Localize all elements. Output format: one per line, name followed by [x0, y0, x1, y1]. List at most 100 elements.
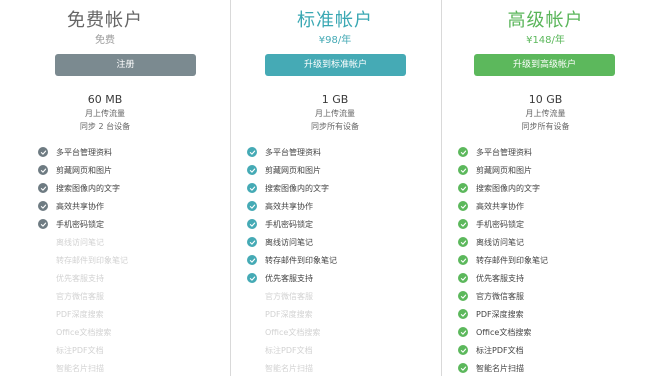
upload-note: 月上传流量 — [525, 109, 566, 118]
plan-standard: 标准帐户 ¥98/年 升级到标准帐户 1 GB 月上传流量 同步所有设备 多平台… — [230, 0, 440, 376]
feature-item: Office文档搜索 — [230, 323, 440, 341]
check-icon — [458, 165, 468, 175]
feature-item: 智能名片扫描 — [0, 359, 210, 377]
feature-item: 官方微信客服 — [0, 287, 210, 305]
feature-item: 高效共享协作 — [441, 197, 650, 215]
feature-label: 剪藏网页和图片 — [265, 165, 321, 175]
feature-item: Office文档搜索 — [0, 323, 210, 341]
upload-note: 月上传流量 — [315, 109, 355, 118]
sync-note: 同步所有设备 — [521, 122, 570, 131]
feature-list: 多平台管理资料剪藏网页和图片 搜索图像内的文字 高效共享协作 手机密码锁定 离线访问笔记… — [0, 143, 210, 377]
plan-price: ¥148/年 — [526, 35, 565, 46]
check-icon — [38, 165, 48, 175]
feature-label: 剪藏网页和图片 — [56, 165, 112, 175]
feature-label: 搜索图像内的文字 — [476, 183, 540, 193]
feature-item: 转存邮件到印象笔记 — [441, 251, 650, 269]
feature-item: 离线访问笔记 — [230, 233, 440, 251]
storage-size: 60 MB — [87, 93, 123, 106]
upgrade-premium-button[interactable]: 升级到高级帐户 — [474, 54, 615, 76]
sync-note: 同步 2 台设备 — [79, 122, 131, 131]
feature-label: 手机密码锁定 — [265, 219, 313, 229]
check-icon — [38, 219, 48, 229]
feature-label: 智能名片扫描 — [56, 363, 104, 373]
feature-item: 优先客服支持 — [441, 269, 650, 287]
feature-item: 转存邮件到印象笔记 — [230, 251, 440, 269]
feature-item: 转存邮件到印象笔记 — [0, 251, 210, 269]
quota-block: 1 GB 月上传流量 同步所有设备 — [230, 93, 440, 132]
feature-item: 多平台管理资料 — [230, 143, 440, 161]
check-icon — [458, 255, 468, 265]
check-icon — [247, 219, 257, 229]
check-icon — [458, 363, 468, 373]
feature-label: Office文档搜索 — [265, 327, 321, 337]
feature-item: 手机密码锁定 — [230, 215, 440, 233]
check-icon — [458, 237, 468, 247]
feature-item: 搜索图像内的文字 — [230, 179, 440, 197]
sync-note: 同步所有设备 — [311, 122, 359, 131]
check-icon — [458, 345, 468, 355]
feature-label: 离线访问笔记 — [265, 237, 313, 247]
feature-label: 离线访问笔记 — [476, 237, 524, 247]
feature-item: 剪藏网页和图片 — [441, 161, 650, 179]
upgrade-standard-button[interactable]: 升级到标准帐户 — [265, 54, 406, 76]
check-icon — [38, 183, 48, 193]
check-icon — [458, 219, 468, 229]
check-icon — [458, 183, 468, 193]
feature-label: 转存邮件到印象笔记 — [56, 255, 128, 265]
plan-premium: 高级帐户 ¥148/年 升级到高级帐户 10 GB 月上传流量 同步所有设备 多… — [441, 0, 650, 376]
feature-item: PDF深度搜索 — [230, 305, 440, 323]
feature-label: 官方微信客服 — [265, 291, 313, 301]
feature-item: 高效共享协作 — [230, 197, 440, 215]
feature-label: PDF深度搜索 — [56, 309, 104, 319]
check-icon — [458, 309, 468, 319]
feature-item: 离线访问笔记 — [0, 233, 210, 251]
feature-item: 多平台管理资料 — [0, 143, 210, 161]
check-icon — [458, 273, 468, 283]
check-icon — [458, 201, 468, 211]
feature-label: PDF深度搜索 — [265, 309, 313, 319]
check-icon — [247, 183, 257, 193]
feature-label: 智能名片扫描 — [476, 363, 524, 373]
quota-block: 60 MB 月上传流量 同步 2 台设备 — [0, 93, 210, 132]
check-icon — [247, 255, 257, 265]
feature-label: 官方微信客服 — [56, 291, 104, 301]
feature-label: 离线访问笔记 — [56, 237, 104, 247]
plan-free: 免费帐户 免费 注册 60 MB 月上传流量 同步 2 台设备 多平台管理资料剪… — [0, 0, 210, 376]
quota-block: 10 GB 月上传流量 同步所有设备 — [441, 93, 650, 132]
feature-item: 剪藏网页和图片 — [0, 161, 210, 179]
feature-item: PDF深度搜索 — [441, 305, 650, 323]
feature-item: 标注PDF文档 — [441, 341, 650, 359]
feature-label: 搜索图像内的文字 — [56, 183, 120, 193]
feature-label: 高效共享协作 — [265, 201, 313, 211]
feature-item: 手机密码锁定 — [441, 215, 650, 233]
feature-label: 多平台管理资料 — [265, 147, 321, 157]
feature-label: 高效共享协作 — [56, 201, 104, 211]
feature-item: 离线访问笔记 — [441, 233, 650, 251]
check-icon — [458, 147, 468, 157]
feature-label: 官方微信客服 — [476, 291, 524, 301]
plan-price: 免费 — [95, 35, 115, 46]
feature-label: 剪藏网页和图片 — [476, 165, 532, 175]
check-icon — [38, 201, 48, 211]
feature-item: 优先客服支持 — [0, 269, 210, 287]
feature-item: 智能名片扫描 — [441, 359, 650, 377]
feature-label: 手机密码锁定 — [56, 219, 104, 229]
feature-label: Office文档搜索 — [56, 327, 112, 337]
feature-item: Office文档搜索 — [441, 323, 650, 341]
feature-label: 优先客服支持 — [265, 273, 313, 283]
feature-label: 标注PDF文档 — [265, 345, 313, 355]
feature-item: 搜索图像内的文字 — [441, 179, 650, 197]
feature-label: Office文档搜索 — [476, 327, 532, 337]
check-icon — [247, 147, 257, 157]
feature-item: PDF深度搜索 — [0, 305, 210, 323]
feature-label: 转存邮件到印象笔记 — [476, 255, 548, 265]
feature-label: 高效共享协作 — [476, 201, 524, 211]
feature-item: 搜索图像内的文字 — [0, 179, 210, 197]
feature-item: 多平台管理资料 — [441, 143, 650, 161]
feature-label: 多平台管理资料 — [476, 147, 532, 157]
feature-item: 手机密码锁定 — [0, 215, 210, 233]
signup-button[interactable]: 注册 — [55, 54, 196, 76]
feature-label: 手机密码锁定 — [476, 219, 524, 229]
check-icon — [247, 237, 257, 247]
feature-item: 智能名片扫描 — [230, 359, 440, 377]
